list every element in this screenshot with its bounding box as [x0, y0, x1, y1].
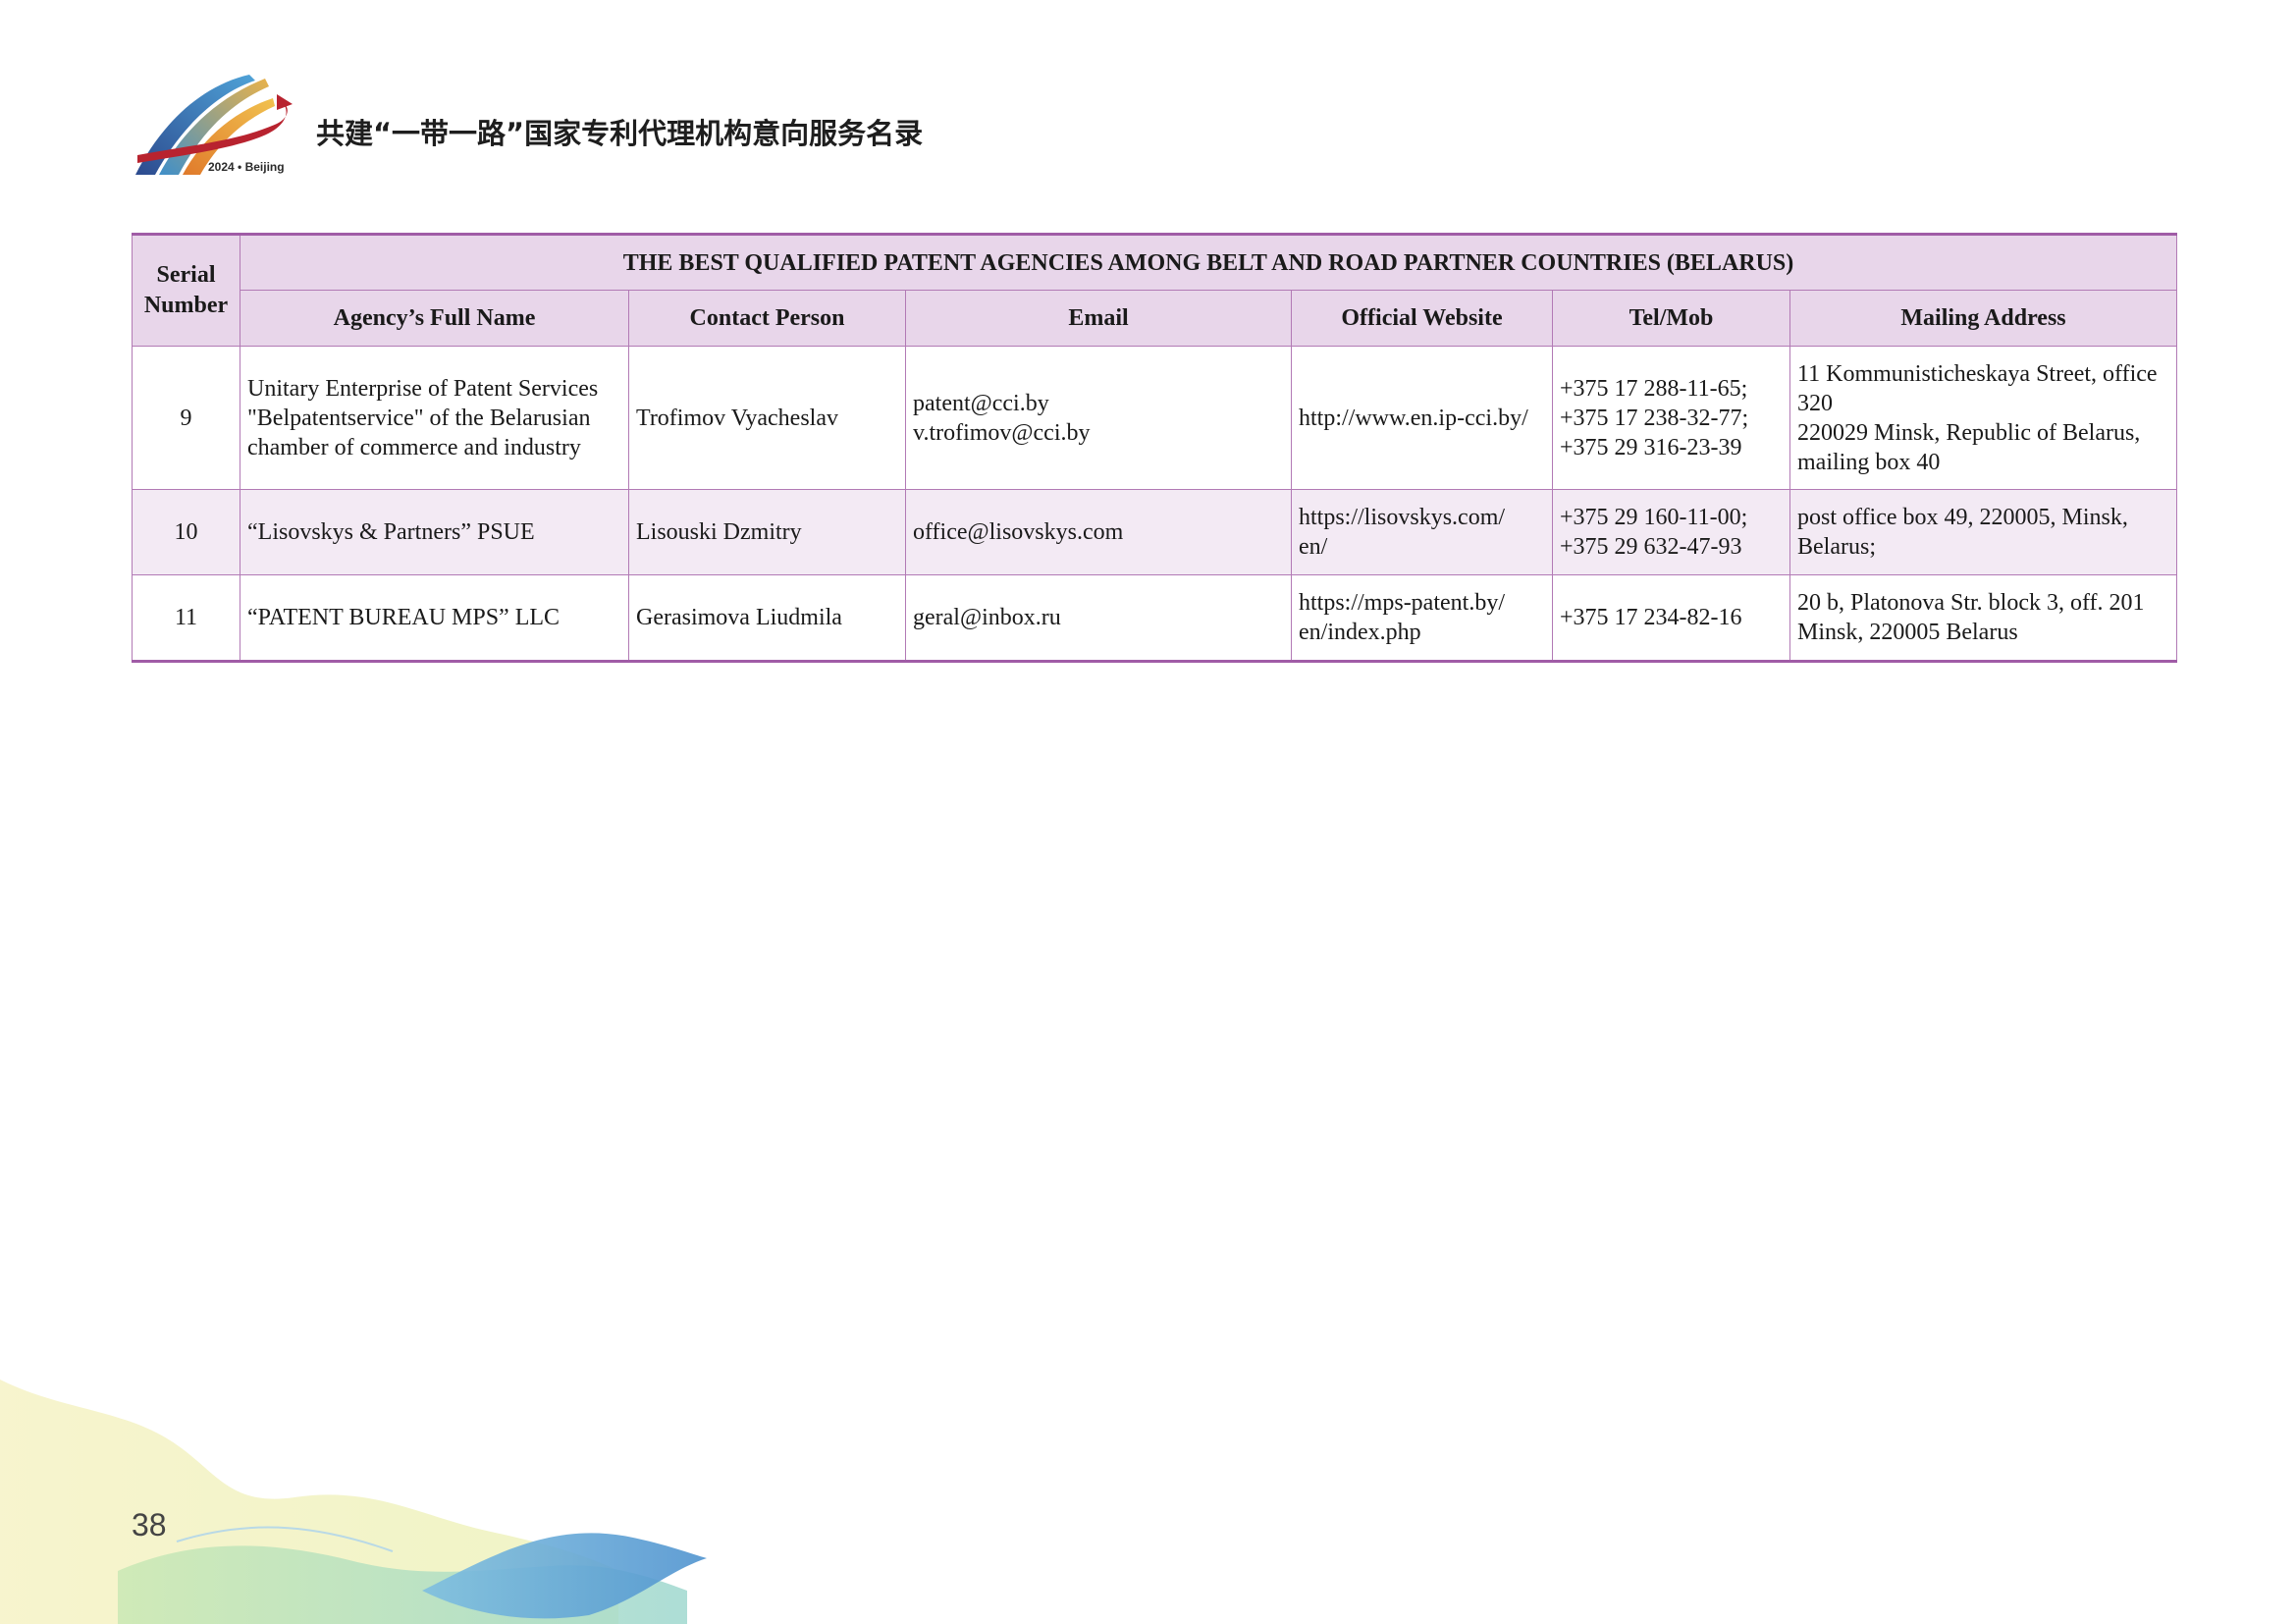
mailing-address-cell: 20 b, Platonova Str. block 3, off. 201 M…: [1789, 574, 2178, 663]
website-cell: https://mps-patent.by/ en/index.php: [1291, 574, 1553, 663]
website-link[interactable]: https://mps-patent.by/: [1299, 588, 1545, 618]
website-link[interactable]: https://lisovskys.com/: [1299, 503, 1545, 532]
email-link[interactable]: geral@inbox.ru: [913, 603, 1284, 632]
website-link[interactable]: http://www.en.ip-cci.by/: [1299, 404, 1545, 433]
serial-number-cell: 10: [132, 489, 240, 575]
email-cell: office@lisovskys.com: [905, 489, 1292, 575]
email-link[interactable]: patent@cci.by: [913, 389, 1284, 418]
email-cell: patent@cci.by v.trofimov@cci.by: [905, 346, 1292, 490]
agency-name-cell: “PATENT BUREAU MPS” LLC: [240, 574, 629, 663]
wave-decoration-icon: [0, 1380, 707, 1624]
column-header-agency: Agency’s Full Name: [240, 290, 629, 347]
page-number: 38: [132, 1507, 167, 1543]
website-link[interactable]: en/: [1299, 532, 1545, 562]
table-row: 9 Unitary Enterprise of Patent Services …: [132, 346, 2178, 490]
website-link[interactable]: en/index.php: [1299, 618, 1545, 647]
mailing-address-cell: post office box 49, 220005, Minsk, Belar…: [1789, 489, 2178, 575]
logo-caption: 2024 • Beijing: [208, 160, 285, 174]
agency-name-cell: “Lisovskys & Partners” PSUE: [240, 489, 629, 575]
column-header-email: Email: [905, 290, 1292, 347]
column-header-website: Official Website: [1291, 290, 1553, 347]
email-link[interactable]: office@lisovskys.com: [913, 517, 1284, 547]
page-title: 共建“一带一路”国家专利代理机构意向服务名录: [316, 117, 924, 150]
tel-cell: +375 17 234-82-16: [1552, 574, 1790, 663]
contact-person-cell: Lisouski Dzmitry: [628, 489, 906, 575]
column-header-tel: Tel/Mob: [1552, 290, 1790, 347]
mailing-address-cell: 11 Kommunisticheskaya Street, office 320…: [1789, 346, 2178, 490]
website-cell: https://lisovskys.com/ en/: [1291, 489, 1553, 575]
contact-person-cell: Trofimov Vyacheslav: [628, 346, 906, 490]
email-link[interactable]: v.trofimov@cci.by: [913, 418, 1284, 448]
tel-cell: +375 29 160-11-00; +375 29 632-47-93: [1552, 489, 1790, 575]
column-header-contact: Contact Person: [628, 290, 906, 347]
email-cell: geral@inbox.ru: [905, 574, 1292, 663]
table-row: 10 “Lisovskys & Partners” PSUE Lisouski …: [132, 489, 2178, 575]
tel-cell: +375 17 288-11-65; +375 17 238-32-77; +3…: [1552, 346, 1790, 490]
contact-person-cell: Gerasimova Liudmila: [628, 574, 906, 663]
serial-number-cell: 9: [132, 346, 240, 490]
table-row: 11 “PATENT BUREAU MPS” LLC Gerasimova Li…: [132, 574, 2178, 663]
patent-agencies-table: Serial Number THE BEST QUALIFIED PATENT …: [132, 233, 2178, 663]
table-header-row: Serial Number THE BEST QUALIFIED PATENT …: [132, 234, 2178, 347]
serial-number-cell: 11: [132, 574, 240, 663]
column-header-row: Agency’s Full Name Contact Person Email …: [133, 290, 2178, 347]
column-header-address: Mailing Address: [1789, 290, 2178, 347]
serial-number-header: Serial Number: [132, 234, 240, 347]
website-cell: http://www.en.ip-cci.by/: [1291, 346, 1553, 490]
table-title: THE BEST QUALIFIED PATENT AGENCIES AMONG…: [239, 234, 2178, 291]
agency-name-cell: Unitary Enterprise of Patent Services "B…: [240, 346, 629, 490]
